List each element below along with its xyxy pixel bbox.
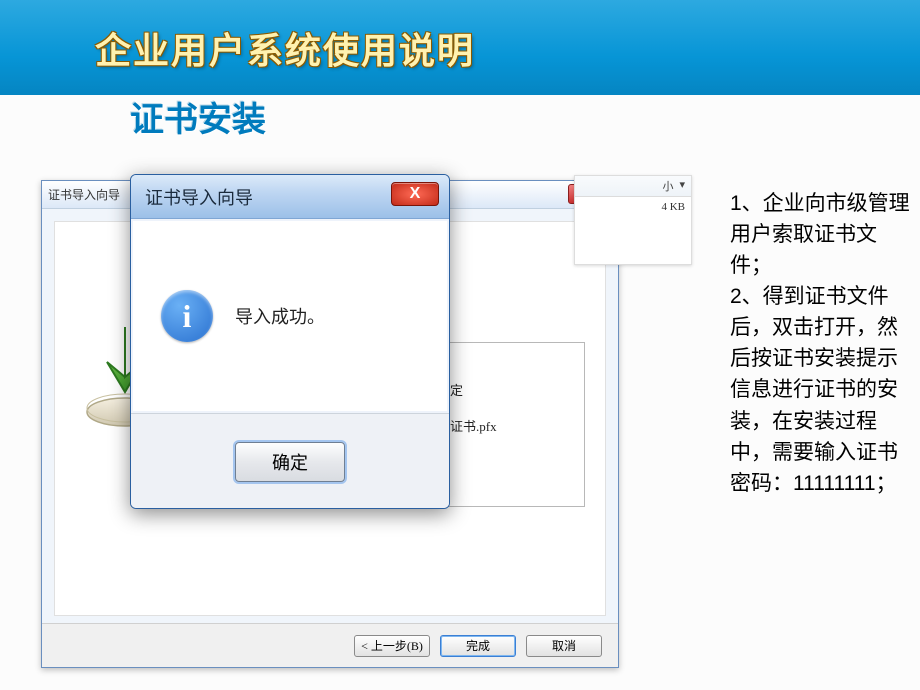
close-icon: X [410,185,421,203]
wizard-cancel-button[interactable]: 取消 [526,635,602,657]
wizard-prev-button[interactable]: < 上一步(B) [354,635,430,657]
dialog-titlebar: 证书导入向导 X [131,175,449,219]
success-dialog: 证书导入向导 X i 导入成功。 确定 [130,174,450,509]
wizard-bottom-bar: < 上一步(B) 完成 取消 [42,623,618,667]
file-list-row: 4 KB [575,197,691,217]
ok-button[interactable]: 确定 [235,442,345,482]
file-list-header: 小 ▾ [575,176,691,197]
wizard-panel-fragment: 定 [450,380,463,399]
dialog-message: 导入成功。 [235,303,325,329]
page-banner: 企业用户系统使用说明 [0,0,920,95]
section-subtitle: 证书安装 [130,92,266,141]
file-size-value: 4 KB [661,201,685,213]
dialog-body: i 导入成功。 [133,221,447,411]
sort-arrow-icon: ▾ [679,178,685,194]
wizard-file-label: 证书.pfx [450,416,497,435]
dialog-close-button[interactable]: X [391,182,439,206]
instructions-text: 1、企业向市级管理用户索取证书文件；2、得到证书文件后，双击打开，然后按证书安装… [730,188,918,499]
wizard-finish-button[interactable]: 完成 [440,635,516,657]
dialog-button-area: 确定 [131,413,449,509]
banner-title: 企业用户系统使用说明 [95,22,475,74]
info-icon: i [161,290,213,342]
wizard-title-text: 证书导入向导 [48,186,120,203]
column-size-label: 小 [662,178,673,194]
dialog-title: 证书导入向导 [145,184,253,210]
file-list-snippet: 小 ▾ 4 KB [574,175,692,265]
